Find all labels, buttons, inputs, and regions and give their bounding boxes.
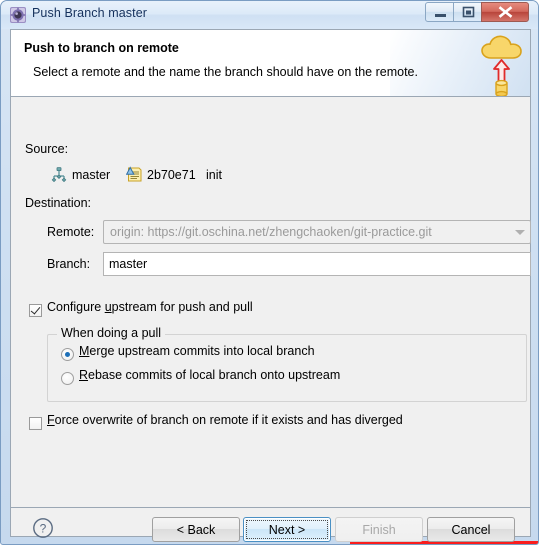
- wizard-header-description: Select a remote and the name the branch …: [33, 65, 418, 79]
- window-bottom-edge: [1, 535, 538, 544]
- radio-rebase-mnemonic: R: [79, 368, 89, 382]
- window-title: Push Branch master: [32, 6, 148, 20]
- when-doing-a-pull-group: When doing a pull Merge upstream commits…: [47, 326, 527, 402]
- radio-merge-upstream[interactable]: [61, 348, 74, 361]
- configure-upstream-label: Configure upstream for push and pull: [47, 300, 253, 314]
- wizard-page-body: Source: master 2b70e71 init Destination:…: [11, 97, 538, 544]
- radio-rebase-label-post: ebase commits of local branch onto upstr…: [88, 368, 341, 382]
- maximize-restore-button[interactable]: [453, 2, 482, 22]
- wizard-header: Push to branch on remote Select a remote…: [11, 30, 530, 97]
- source-commit-message: init: [206, 168, 222, 182]
- branch-input[interactable]: [103, 252, 531, 276]
- commit-note-icon: [125, 166, 143, 183]
- radio-rebase-commits[interactable]: [61, 372, 74, 385]
- cloud-upload-icon: [477, 31, 530, 96]
- configure-upstream-label-pre: Configure: [47, 300, 105, 314]
- radio-rebase-commits-label: Rebase commits of local branch onto upst…: [79, 368, 340, 382]
- force-overwrite-checkbox[interactable]: [29, 417, 42, 430]
- close-button[interactable]: [481, 2, 529, 22]
- remote-combo-value: origin: https://git.oschina.net/zhengcha…: [110, 225, 432, 239]
- chevron-down-icon: [515, 230, 525, 235]
- force-overwrite-label-post: orce overwrite of branch on remote if it…: [54, 413, 403, 427]
- configure-upstream-label-post: pstream for push and pull: [111, 300, 253, 314]
- branch-label: Branch:: [47, 257, 91, 271]
- eclipse-gear-icon: [10, 7, 26, 23]
- minimize-button[interactable]: [425, 2, 454, 22]
- force-overwrite-mnemonic: F: [47, 413, 55, 427]
- git-branch-icon: [51, 167, 67, 183]
- dialog-client-area: Push to branch on remote Select a remote…: [10, 29, 538, 544]
- radio-merge-mnemonic: M: [79, 344, 90, 358]
- radio-merge-upstream-label: Merge upstream commits into local branch: [79, 344, 315, 358]
- dialog-button-bar: ? < Back Next > Finish Cancel: [11, 507, 530, 542]
- configure-upstream-checkbox[interactable]: [29, 304, 42, 317]
- configure-upstream-mnemonic: u: [104, 300, 112, 314]
- source-label: Source:: [25, 142, 69, 156]
- when-doing-a-pull-legend: When doing a pull: [57, 326, 166, 340]
- wizard-header-title: Push to branch on remote: [24, 41, 179, 55]
- radio-merge-label-post: erge upstream commits into local branch: [89, 344, 315, 358]
- svg-text:?: ?: [40, 521, 47, 535]
- destination-label: Destination:: [25, 196, 92, 210]
- remote-label: Remote:: [47, 225, 95, 239]
- source-branch-name: master: [72, 168, 111, 182]
- title-bar[interactable]: Push Branch master: [1, 1, 538, 29]
- remote-combo[interactable]: origin: https://git.oschina.net/zhengcha…: [103, 220, 531, 244]
- source-commit-id: 2b70e71: [147, 168, 196, 182]
- force-overwrite-label: Force overwrite of branch on remote if i…: [47, 413, 403, 427]
- push-branch-dialog-window: Push Branch master Push to branch on rem…: [0, 0, 539, 545]
